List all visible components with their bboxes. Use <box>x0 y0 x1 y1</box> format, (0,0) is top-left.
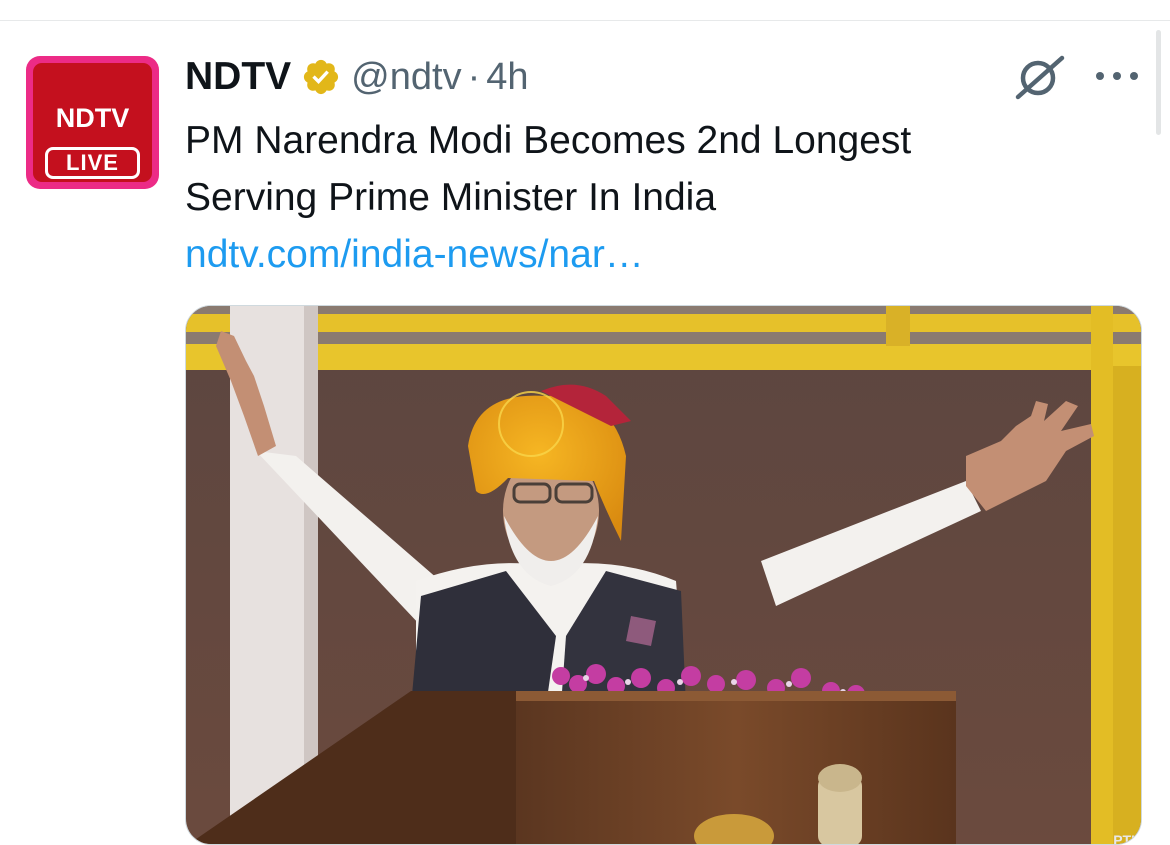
tweet-text: PM Narendra Modi Becomes 2nd Longest Ser… <box>185 112 1085 226</box>
avatar-wordmark: NDTV <box>55 103 130 133</box>
avatar-live-badge: LIVE <box>45 147 140 179</box>
scrollbar-thumb[interactable] <box>1156 30 1161 135</box>
avatar[interactable]: NDTV LIVE <box>26 56 159 189</box>
more-dot <box>1096 72 1104 80</box>
verified-badge-icon[interactable] <box>301 57 341 97</box>
avatar-live-text: LIVE <box>66 150 119 175</box>
author-handle[interactable]: @ndtv <box>351 56 461 99</box>
author-display-name[interactable]: NDTV <box>185 55 291 99</box>
tweet-header: NDTV @ndtv · 4h <box>185 52 529 102</box>
tweet-photo[interactable]: PTI <box>185 305 1142 845</box>
more-dot <box>1113 72 1121 80</box>
more-horizontal-icon[interactable] <box>1096 70 1138 82</box>
grok-icon[interactable] <box>1012 52 1066 102</box>
tweet-text-line: Serving Prime Minister In India <box>185 176 717 219</box>
article-link[interactable]: ndtv.com/india-news/nar… <box>185 226 644 283</box>
tweet-timestamp[interactable]: 4h <box>486 56 528 99</box>
more-dot <box>1130 72 1138 80</box>
tweet-text-line: PM Narendra Modi Becomes 2nd Longest <box>185 119 912 162</box>
top-divider <box>0 20 1170 21</box>
photo-illustration <box>186 306 1141 844</box>
photo-credit: PTI <box>1113 832 1135 845</box>
header-separator: · <box>467 55 481 98</box>
avatar-logo: NDTV LIVE <box>33 63 152 182</box>
